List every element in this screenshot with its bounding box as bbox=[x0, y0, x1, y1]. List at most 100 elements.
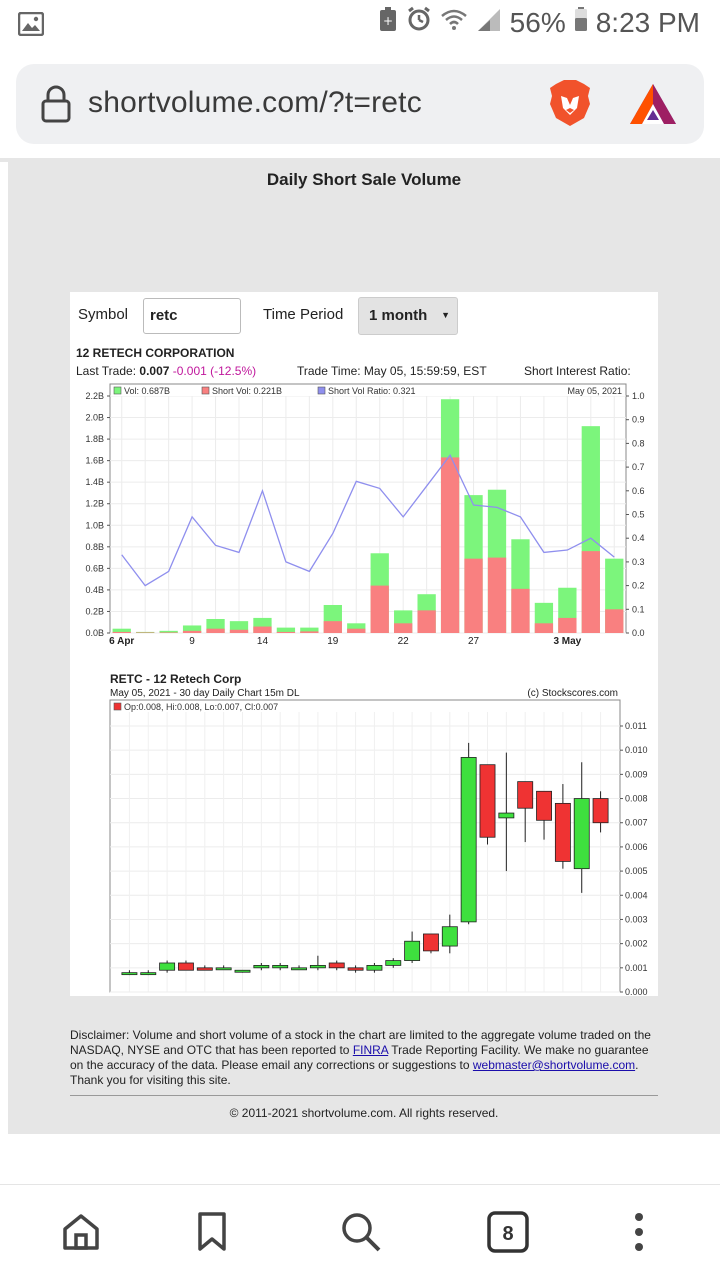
y2-tick-label: 1.0 bbox=[632, 391, 645, 401]
short-vol-bar bbox=[417, 610, 436, 633]
battery-percent: 56% bbox=[509, 6, 566, 38]
candle-y-tick-label: 0.005 bbox=[625, 866, 648, 876]
svg-text:+: + bbox=[383, 14, 393, 28]
short-vol-bar bbox=[464, 558, 483, 633]
bookmark-icon[interactable] bbox=[196, 1211, 228, 1258]
candle-up bbox=[253, 965, 270, 969]
x-tick-label: 22 bbox=[398, 636, 410, 647]
y-tick-label: 1.2B bbox=[85, 499, 104, 509]
candle-up bbox=[159, 962, 176, 971]
x-tick-label: 3 May bbox=[553, 636, 581, 647]
brave-shields-icon[interactable] bbox=[546, 78, 594, 133]
battery-icon bbox=[574, 6, 588, 39]
short-vol-bar bbox=[347, 628, 366, 633]
battery-saver-icon: + bbox=[378, 6, 398, 39]
short-vol-bar bbox=[605, 609, 624, 633]
candle-up bbox=[404, 940, 421, 961]
wifi-icon bbox=[440, 7, 468, 39]
tabs-button[interactable]: 8 bbox=[486, 1211, 530, 1258]
legend-label: Vol: 0.687B bbox=[124, 386, 170, 396]
candle-down bbox=[554, 802, 571, 862]
y-tick-label: 2.2B bbox=[85, 391, 104, 401]
y2-tick-label: 0.7 bbox=[632, 462, 645, 472]
y-tick-label: 1.4B bbox=[85, 477, 104, 487]
search-icon[interactable] bbox=[340, 1211, 382, 1258]
candle-down bbox=[423, 933, 439, 952]
time-period-value: 1 month bbox=[369, 307, 428, 324]
candle-y-tick-label: 0.004 bbox=[625, 890, 648, 900]
candle-y-tick-label: 0.011 bbox=[625, 721, 647, 731]
home-icon[interactable] bbox=[60, 1211, 102, 1258]
symbol-input[interactable]: retc bbox=[143, 298, 241, 334]
x-tick-label: 19 bbox=[327, 636, 339, 647]
x-tick-label: 6 Apr bbox=[109, 636, 134, 647]
short-vol-bar bbox=[581, 551, 600, 633]
page-title: Daily Short Sale Volume bbox=[266, 170, 462, 189]
y-tick-label: 0.2B bbox=[85, 606, 104, 616]
candle-up bbox=[272, 965, 289, 969]
candle-up bbox=[234, 969, 251, 973]
web-page: Daily Short Sale Volume Symbol retc Time… bbox=[8, 162, 720, 1134]
candle-down bbox=[479, 764, 496, 838]
candle-up bbox=[498, 812, 515, 819]
candle-y-tick-label: 0.009 bbox=[625, 769, 648, 779]
short-vol-bar bbox=[511, 588, 530, 633]
symbol-label: Symbol bbox=[78, 306, 129, 323]
candle-down bbox=[517, 781, 534, 809]
candle-up bbox=[215, 967, 232, 971]
y2-tick-label: 0.6 bbox=[632, 486, 645, 496]
lock-icon[interactable] bbox=[40, 84, 72, 129]
candle-plot-area bbox=[109, 699, 621, 993]
candle-up bbox=[291, 967, 307, 971]
short-vol-bar bbox=[206, 628, 225, 633]
legend-swatch bbox=[113, 386, 122, 395]
candle-up bbox=[441, 926, 458, 947]
footer-divider bbox=[70, 1095, 658, 1096]
short-vol-bar bbox=[136, 632, 155, 633]
candle-up bbox=[385, 960, 402, 966]
short-vol-bar bbox=[112, 631, 131, 633]
candle-y-tick-label: 0.003 bbox=[625, 914, 648, 924]
short-vol-bar bbox=[534, 623, 554, 633]
y-tick-label: 1.8B bbox=[85, 434, 104, 444]
candle-y-tick-label: 0.001 bbox=[625, 963, 648, 973]
candle-up bbox=[140, 972, 157, 976]
x-tick-label: 9 bbox=[189, 636, 195, 647]
webmaster-email-link[interactable]: webmaster@shortvolume.com bbox=[473, 1058, 635, 1072]
candle-y-tick-label: 0.002 bbox=[625, 939, 648, 949]
y-tick-label: 0.6B bbox=[85, 563, 104, 573]
overflow-menu-icon[interactable] bbox=[632, 1211, 646, 1258]
gallery-notification-icon bbox=[17, 11, 45, 41]
plot-area bbox=[109, 383, 627, 634]
candle-y-tick-label: 0.006 bbox=[625, 842, 648, 852]
brave-rewards-icon[interactable] bbox=[628, 82, 678, 131]
finra-link[interactable]: FINRA bbox=[353, 1043, 388, 1057]
candle-up bbox=[309, 965, 326, 969]
legend-date: May 05, 2021 bbox=[567, 386, 622, 396]
short-vol-bar bbox=[276, 631, 296, 633]
y2-tick-label: 0.5 bbox=[632, 510, 645, 520]
y-tick-label: 0.4B bbox=[85, 585, 104, 595]
candle-up bbox=[573, 798, 590, 870]
short-vol-bar bbox=[487, 557, 507, 633]
time-period-select[interactable]: 1 month ▼ bbox=[358, 297, 458, 335]
chart-panel: 12 RETECH CORPORATION Last Trade: 0.007 … bbox=[70, 340, 658, 996]
y2-tick-label: 0.8 bbox=[632, 438, 645, 448]
candle-y-tick-label: 0.008 bbox=[625, 794, 648, 804]
clock: 8:23 PM bbox=[595, 6, 700, 38]
candle-down bbox=[196, 967, 213, 971]
x-tick-label: 27 bbox=[468, 636, 480, 647]
y-tick-label: 1.6B bbox=[85, 456, 104, 466]
candle-legend-strip bbox=[111, 701, 311, 712]
short-vol-bar bbox=[229, 629, 249, 633]
short-vol-bar bbox=[182, 630, 202, 633]
cell-signal-icon bbox=[476, 7, 502, 39]
url-text[interactable]: shortvolume.com/?t=retc bbox=[88, 86, 422, 120]
time-period-label: Time Period bbox=[263, 306, 344, 323]
bottom-toolbar: 8 bbox=[0, 1184, 720, 1280]
y2-tick-label: 0.4 bbox=[632, 533, 645, 543]
alarm-icon bbox=[406, 6, 432, 39]
short-vol-bar bbox=[300, 631, 319, 633]
short-vol-bar bbox=[440, 457, 460, 633]
address-bar[interactable]: shortvolume.com/?t=retc bbox=[16, 64, 704, 144]
